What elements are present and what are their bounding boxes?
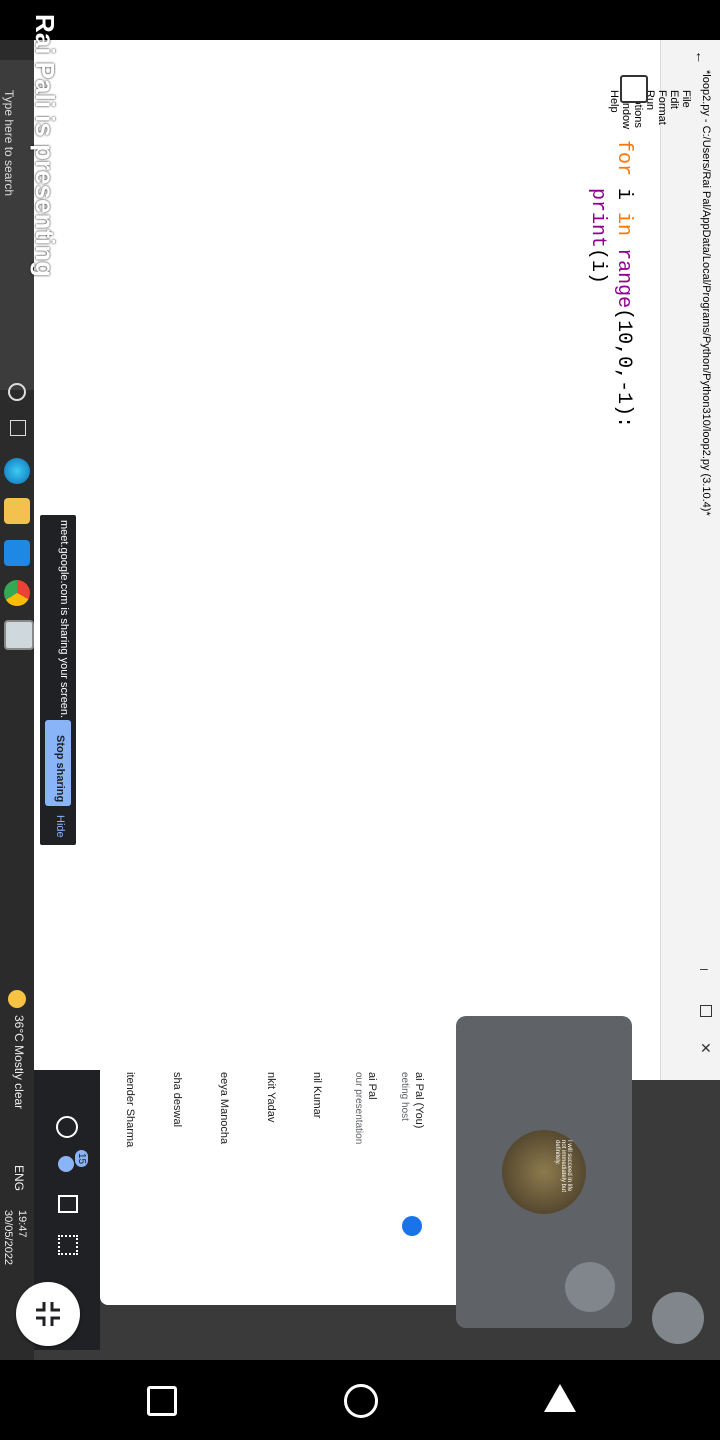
task-view-icon[interactable] bbox=[10, 420, 26, 436]
taskbar-date: 30/05/2022 bbox=[2, 1210, 14, 1266]
mic-off-icon[interactable] bbox=[565, 1262, 615, 1312]
file-explorer-icon[interactable] bbox=[4, 498, 30, 524]
minimize-screen-icon bbox=[34, 1300, 62, 1328]
mic-toggle-button[interactable] bbox=[652, 1292, 704, 1344]
search-placeholder: Type here to search bbox=[2, 90, 16, 197]
chrome-icon[interactable] bbox=[4, 580, 30, 606]
back-arrow-icon[interactable]: ↑ bbox=[695, 48, 707, 64]
activities-icon[interactable] bbox=[58, 1235, 78, 1255]
people-icon[interactable] bbox=[58, 1156, 74, 1172]
close-icon[interactable]: ✕ bbox=[700, 1040, 712, 1057]
home-button[interactable] bbox=[344, 1384, 378, 1418]
back-button[interactable] bbox=[544, 1384, 576, 1412]
shared-screen: Type here to search 36°C Mostly clear EN… bbox=[0, 40, 720, 1360]
menu-edit[interactable]: Edit bbox=[668, 90, 680, 109]
stop-sharing-label: Stop sharing bbox=[54, 735, 66, 803]
more-options-icon[interactable] bbox=[402, 1216, 422, 1236]
participant-count: 15 bbox=[75, 1150, 88, 1168]
participant-name: itender Sharma bbox=[124, 1072, 136, 1148]
weather-icon bbox=[8, 990, 26, 1008]
edge-icon[interactable] bbox=[4, 458, 30, 484]
exit-fullscreen-button[interactable] bbox=[16, 1282, 80, 1346]
avatar bbox=[502, 1130, 586, 1214]
window-title: *loop2.py - C:/Users/Rai Pal/AppData/Loc… bbox=[700, 70, 712, 516]
weather-text: 36°C Mostly clear bbox=[12, 1015, 26, 1110]
cortana-icon[interactable] bbox=[8, 383, 26, 401]
present-icon[interactable] bbox=[620, 75, 648, 103]
taskbar-time: 19:47 bbox=[16, 1210, 28, 1238]
menu-file[interactable]: File bbox=[680, 90, 692, 108]
recents-button[interactable] bbox=[147, 1386, 177, 1416]
hide-button[interactable]: Hide bbox=[54, 815, 66, 838]
status-clock: 19:47 bbox=[62, 58, 76, 89]
participant-role: our presentation bbox=[353, 1072, 364, 1145]
android-navbar bbox=[0, 1360, 720, 1440]
participant-name: ai Pal (You) bbox=[413, 1072, 425, 1129]
minimize-icon[interactable]: – bbox=[700, 960, 708, 976]
code-line-2: print(i) bbox=[586, 188, 609, 285]
info-icon[interactable] bbox=[56, 1116, 78, 1138]
python-idle-icon[interactable] bbox=[4, 620, 34, 650]
avatar-caption: I will succeed in life not immediately b… bbox=[554, 1140, 572, 1193]
presenter-banner: Rai Pali is presenting bbox=[30, 14, 60, 277]
participant-name: ai Pal bbox=[366, 1072, 378, 1100]
participant-name: nkit Yadav bbox=[265, 1072, 277, 1123]
participant-name: eeya Manocha bbox=[218, 1072, 230, 1145]
chat-icon[interactable] bbox=[58, 1195, 78, 1213]
sharing-message: meet.google.com is sharing your screen. bbox=[58, 520, 70, 719]
participant-name: nil Kumar bbox=[311, 1072, 323, 1119]
lang-indicator: ENG bbox=[12, 1165, 26, 1192]
store-icon[interactable] bbox=[4, 540, 30, 566]
participant-role: eeting host bbox=[399, 1072, 410, 1121]
maximize-icon[interactable] bbox=[700, 1005, 712, 1017]
participant-name: sha deswal bbox=[171, 1072, 183, 1128]
